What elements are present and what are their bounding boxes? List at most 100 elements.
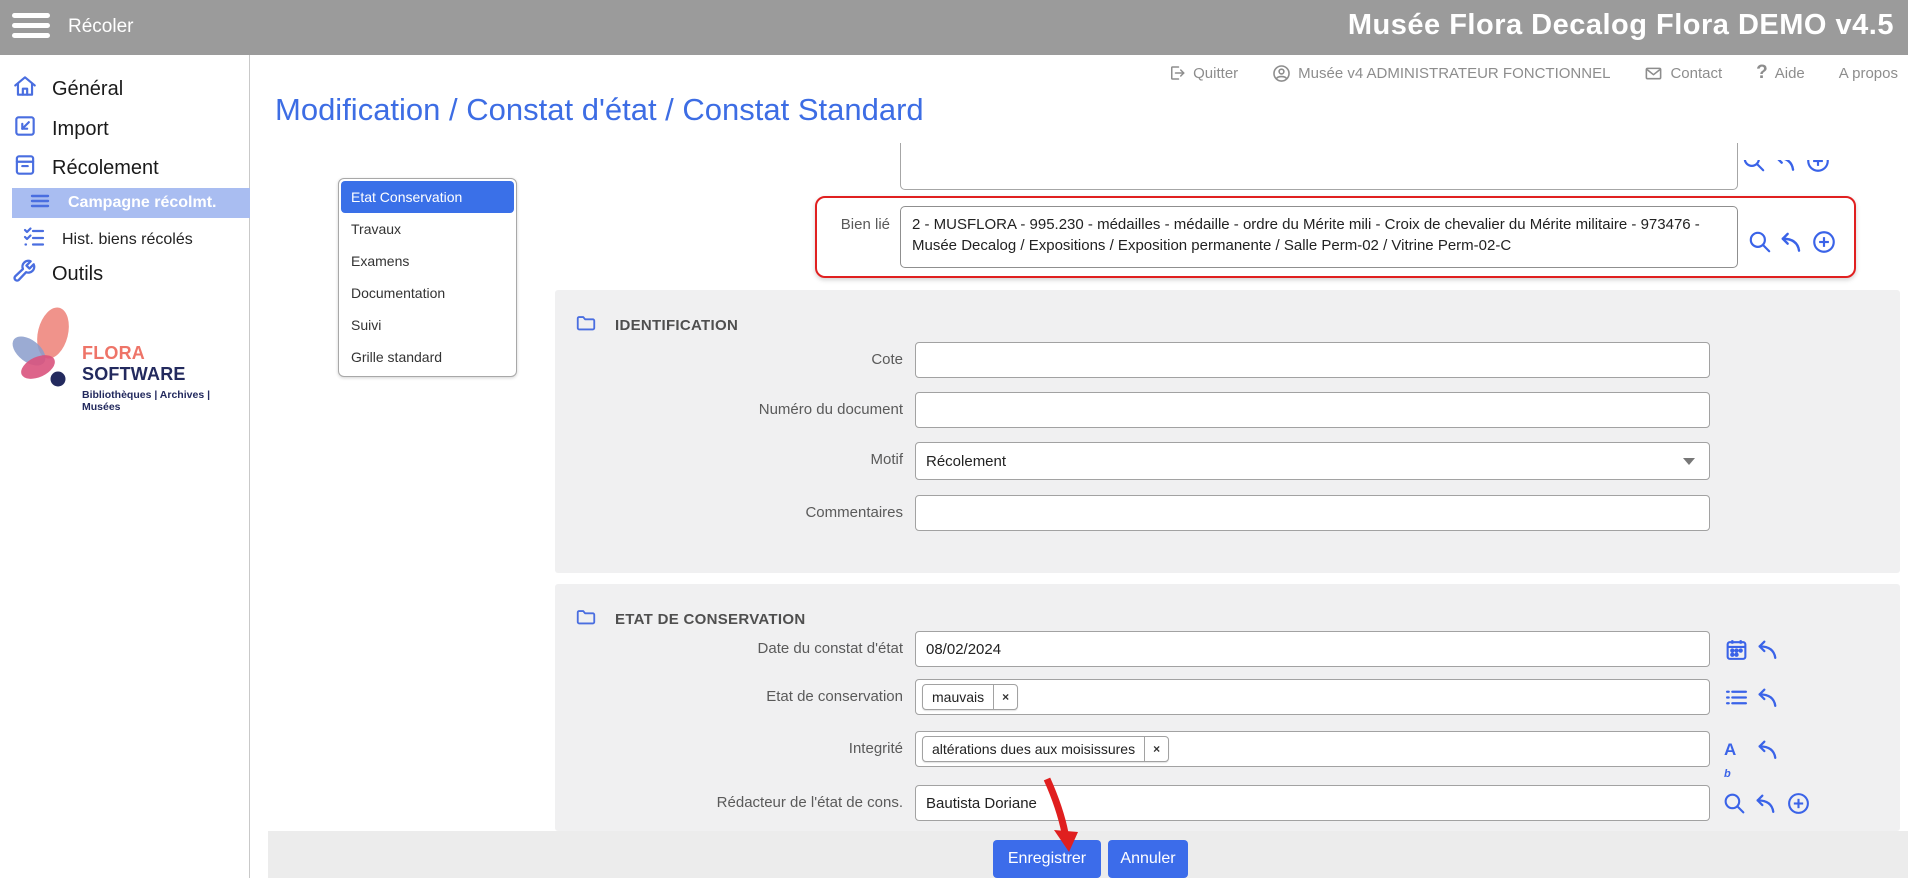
bien-lie-actions: [1747, 229, 1837, 255]
tag-label: altérations dues aux moisissures: [923, 737, 1144, 761]
tag-label: mauvais: [923, 685, 993, 709]
remove-tag-icon[interactable]: ×: [1144, 737, 1168, 761]
brand-tagline: Bibliothèques | Archives | Musées: [82, 389, 250, 413]
sidebar-label: Récolement: [52, 157, 159, 180]
undo-icon[interactable]: [1754, 791, 1779, 816]
sidebar-item-campagne-recolement[interactable]: Campagne récolmt.: [12, 188, 250, 218]
undo-icon[interactable]: [1773, 160, 1799, 179]
motif-selected-value: Récolement: [926, 453, 1683, 470]
section-menu: Etat Conservation Travaux Examens Docume…: [338, 178, 517, 377]
sidebar-label: Campagne récolmt.: [68, 194, 216, 212]
topbar-nav-label[interactable]: Récoler: [68, 16, 133, 38]
add-icon[interactable]: [1786, 791, 1811, 816]
sidebar-label: Import: [52, 118, 109, 141]
integrite-field[interactable]: altérations dues aux moisissures ×: [915, 731, 1710, 767]
undo-icon[interactable]: [1756, 737, 1781, 762]
about-link[interactable]: A propos: [1839, 65, 1898, 82]
envelope-icon: [1644, 64, 1663, 83]
utility-links: Quitter Musée v4 ADMINISTRATEUR FONCTION…: [1168, 58, 1898, 88]
user-menu[interactable]: Musée v4 ADMINISTRATEUR FONCTIONNEL: [1272, 64, 1610, 83]
cropped-field-above[interactable]: [900, 143, 1738, 190]
sidebar-item-recolement[interactable]: Récolement: [12, 152, 159, 184]
section-menu-item-documentation[interactable]: Documentation: [341, 277, 514, 309]
list-icon[interactable]: [1724, 685, 1749, 710]
undo-icon[interactable]: [1779, 229, 1805, 255]
app-window: Récoler Musée Flora Decalog Flora DEMO v…: [0, 0, 1908, 878]
contact-link[interactable]: Contact: [1644, 64, 1722, 83]
redacteur-label: Rédacteur de l'état de cons.: [555, 794, 903, 811]
logo-petals-icon: [6, 303, 86, 398]
question-icon: ?: [1756, 62, 1768, 84]
motif-select[interactable]: Récolement: [915, 442, 1710, 480]
commentaires-input[interactable]: [915, 495, 1710, 531]
section-menu-item-suivi[interactable]: Suivi: [341, 309, 514, 341]
date-constat-input[interactable]: [915, 631, 1710, 667]
folder-icon: [575, 606, 597, 633]
help-link[interactable]: ? Aide: [1756, 62, 1805, 84]
section-menu-item-travaux[interactable]: Travaux: [341, 213, 514, 245]
numero-document-input[interactable]: [915, 392, 1710, 428]
folder-icon: [575, 312, 597, 339]
cropped-field-icons: [1741, 160, 1851, 190]
logout-icon: [1168, 64, 1186, 82]
cancel-button[interactable]: Annuler: [1108, 840, 1188, 878]
page-title: Modification / Constat d'état / Constat …: [275, 92, 924, 128]
etat-conservation-actions: [1724, 685, 1781, 710]
help-label: Aide: [1775, 65, 1805, 82]
user-label: Musée v4 ADMINISTRATEUR FONCTIONNEL: [1298, 65, 1610, 82]
search-icon[interactable]: [1741, 160, 1767, 179]
search-icon[interactable]: [1747, 229, 1773, 255]
section-menu-item-etat-conservation[interactable]: Etat Conservation: [341, 181, 514, 213]
app-title: Musée Flora Decalog Flora DEMO v4.5: [1348, 9, 1894, 42]
undo-icon[interactable]: [1756, 637, 1781, 662]
sidebar-item-general[interactable]: Général: [12, 73, 123, 105]
add-icon[interactable]: [1805, 160, 1831, 179]
sidebar-item-import[interactable]: Import: [12, 113, 109, 145]
bien-lie-field[interactable]: 2 - MUSFLORA - 995.230 - médailles - méd…: [900, 206, 1738, 268]
sidebar-label: Hist. biens récolés: [62, 231, 193, 249]
top-bar: Récoler Musée Flora Decalog Flora DEMO v…: [0, 0, 1908, 55]
sidebar-item-hist-biens-recoles[interactable]: Hist. biens récolés: [22, 225, 193, 254]
undo-icon[interactable]: [1756, 685, 1781, 710]
sidebar-label: Outils: [52, 263, 103, 286]
calendar-icon[interactable]: [1724, 637, 1749, 662]
motif-label: Motif: [555, 451, 903, 468]
save-button[interactable]: Enregistrer: [993, 840, 1101, 878]
redacteur-input[interactable]: [915, 785, 1710, 821]
text-ab-icon[interactable]: Ab: [1724, 737, 1749, 762]
etat-conservation-field[interactable]: mauvais ×: [915, 679, 1710, 715]
archive-box-icon: [12, 152, 38, 184]
cote-input[interactable]: [915, 342, 1710, 378]
about-label: A propos: [1839, 65, 1898, 82]
checklist-icon: [22, 225, 46, 254]
hamburger-menu-icon[interactable]: [12, 13, 52, 42]
panel-title: ETAT DE CONSERVATION: [615, 611, 805, 628]
dropdown-arrow-icon: [1683, 458, 1695, 465]
identification-panel: IDENTIFICATION Cote Numéro du document M…: [555, 290, 1900, 573]
redacteur-actions: [1722, 791, 1811, 816]
import-icon: [12, 113, 38, 145]
brand-name-flora: FLORA: [82, 343, 144, 363]
panel-title: IDENTIFICATION: [615, 317, 738, 334]
section-menu-item-grille-standard[interactable]: Grille standard: [341, 341, 514, 373]
lines-icon: [28, 189, 52, 218]
integrite-actions: Ab: [1724, 737, 1781, 762]
bien-lie-label: Bien lié: [760, 216, 890, 233]
cote-label: Cote: [555, 351, 903, 368]
etat-conservation-panel: ETAT DE CONSERVATION Date du constat d'é…: [555, 584, 1900, 831]
integrite-label: Integrité: [555, 740, 903, 757]
user-icon: [1272, 64, 1291, 83]
wrench-icon: [10, 257, 38, 291]
search-icon[interactable]: [1722, 791, 1747, 816]
sidebar: Général Import Récolement Campagne récol…: [0, 55, 250, 878]
flora-software-logo: FLORA SOFTWARE Bibliothèques | Archives …: [6, 303, 250, 413]
quit-link[interactable]: Quitter: [1168, 64, 1238, 82]
date-constat-label: Date du constat d'état: [555, 640, 903, 657]
commentaires-label: Commentaires: [555, 504, 903, 521]
sidebar-item-outils[interactable]: Outils: [10, 257, 103, 291]
quit-label: Quitter: [1193, 65, 1238, 82]
add-icon[interactable]: [1811, 229, 1837, 255]
etat-conservation-label: Etat de conservation: [555, 688, 903, 705]
section-menu-item-examens[interactable]: Examens: [341, 245, 514, 277]
remove-tag-icon[interactable]: ×: [993, 685, 1017, 709]
